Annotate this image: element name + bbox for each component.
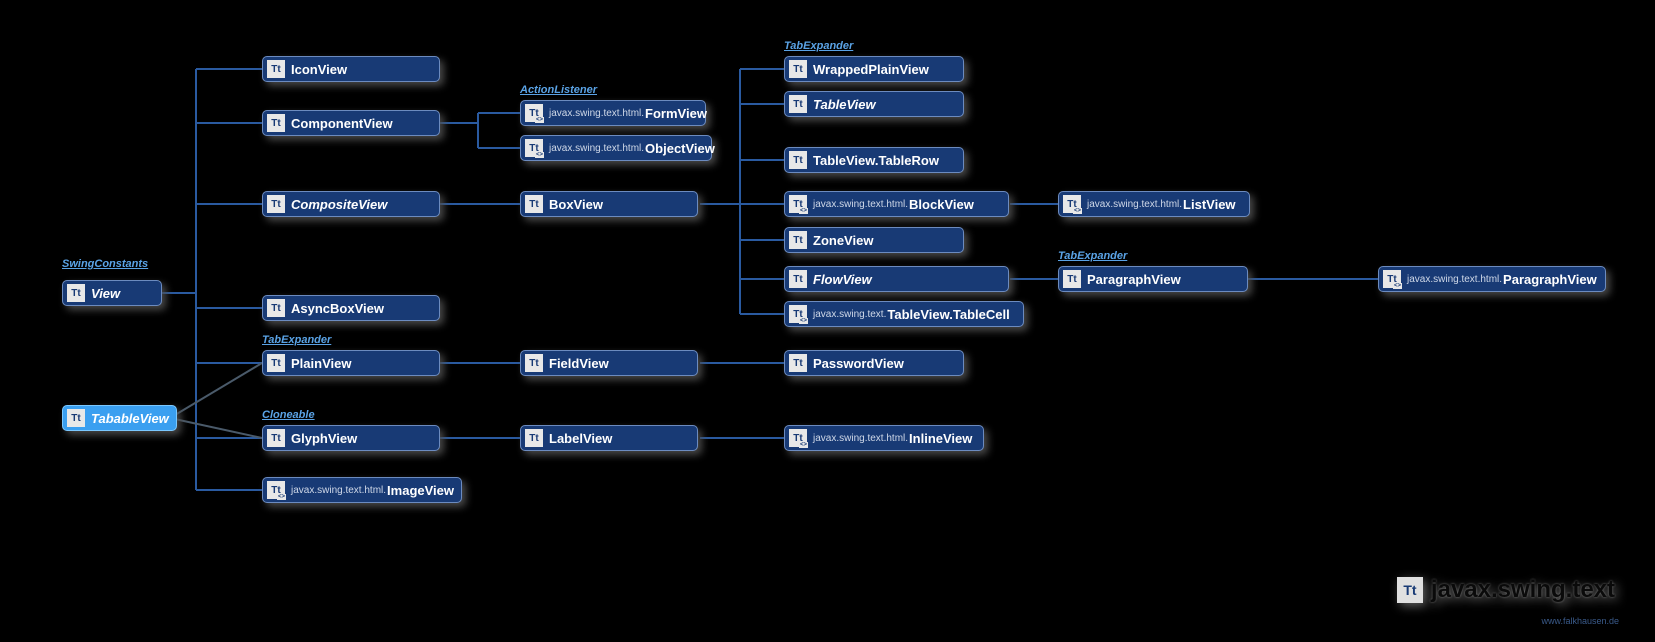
node-fieldview[interactable]: Tt FieldView xyxy=(520,350,698,376)
node-label: TableView xyxy=(813,97,876,112)
node-prefix: javax.swing.text.html. xyxy=(1407,274,1502,285)
class-icon: Tt xyxy=(525,429,543,447)
node-paragraphview[interactable]: Tt ParagraphView xyxy=(1058,266,1248,292)
node-label: ZoneView xyxy=(813,233,873,248)
class-icon: Tt xyxy=(789,195,807,213)
class-icon: Tt xyxy=(789,429,807,447)
node-label: FormView xyxy=(645,106,707,121)
node-componentview[interactable]: Tt ComponentView xyxy=(262,110,440,136)
iface-tabexpander-mid[interactable]: TabExpander xyxy=(262,334,331,346)
node-label: CompositeView xyxy=(291,197,387,212)
node-label: ListView xyxy=(1183,197,1236,212)
class-icon: Tt xyxy=(1383,270,1401,288)
node-label: LabelView xyxy=(549,431,612,446)
node-label: FieldView xyxy=(549,356,609,371)
iface-actionlistener[interactable]: ActionListener xyxy=(520,84,597,96)
class-icon: Tt xyxy=(267,195,285,213)
node-label: TableView.TableCell xyxy=(887,307,1009,322)
node-paragraphview-html[interactable]: Tt javax.swing.text.html. ParagraphView xyxy=(1378,266,1606,292)
node-label: BoxView xyxy=(549,197,603,212)
class-icon: Tt xyxy=(1063,270,1081,288)
class-icon: Tt xyxy=(525,104,543,122)
class-icon: Tt xyxy=(525,354,543,372)
node-plainview[interactable]: Tt PlainView xyxy=(262,350,440,376)
iface-tabexpander-top[interactable]: TabExpander xyxy=(784,40,853,52)
node-asyncboxview[interactable]: Tt AsyncBoxView xyxy=(262,295,440,321)
class-icon: Tt xyxy=(1063,195,1081,213)
node-prefix: javax.swing.text.html. xyxy=(549,108,644,119)
node-objectview[interactable]: Tt javax.swing.text.html. ObjectView xyxy=(520,135,712,161)
node-blockview[interactable]: Tt javax.swing.text.html. BlockView xyxy=(784,191,1009,217)
node-glyphview[interactable]: Tt GlyphView xyxy=(262,425,440,451)
footer-link[interactable]: www.falkhausen.de xyxy=(1541,616,1619,626)
class-icon: Tt xyxy=(67,409,85,427)
node-tableviewrow[interactable]: Tt TableView.TableRow xyxy=(784,147,964,173)
class-icon: Tt xyxy=(267,429,285,447)
node-view[interactable]: Tt View xyxy=(62,280,162,306)
package-title-text: javax.swing.text xyxy=(1431,576,1615,604)
node-listview[interactable]: Tt javax.swing.text.html. ListView xyxy=(1058,191,1250,217)
class-icon: Tt xyxy=(789,151,807,169)
node-wrappedplainview[interactable]: Tt WrappedPlainView xyxy=(784,56,964,82)
node-label: ObjectView xyxy=(645,141,715,156)
node-prefix: javax.swing.text. xyxy=(813,309,886,320)
node-label: View xyxy=(91,286,120,301)
node-tableview[interactable]: Tt TableView xyxy=(784,91,964,117)
class-icon: Tt xyxy=(267,354,285,372)
class-icon: Tt xyxy=(267,60,285,78)
node-label: GlyphView xyxy=(291,431,357,446)
node-prefix: javax.swing.text.html. xyxy=(813,433,908,444)
class-icon: Tt xyxy=(789,60,807,78)
node-compositeview[interactable]: Tt CompositeView xyxy=(262,191,440,217)
class-icon: Tt xyxy=(789,95,807,113)
node-label: AsyncBoxView xyxy=(291,301,384,316)
node-flowview[interactable]: Tt FlowView xyxy=(784,266,1009,292)
class-icon: Tt xyxy=(267,299,285,317)
class-icon: Tt xyxy=(789,270,807,288)
node-inlineview[interactable]: Tt javax.swing.text.html. InlineView xyxy=(784,425,984,451)
node-prefix: javax.swing.text.html. xyxy=(813,199,908,210)
node-imageview[interactable]: Tt javax.swing.text.html. ImageView xyxy=(262,477,462,503)
node-label: ImageView xyxy=(387,483,454,498)
class-icon: Tt xyxy=(525,195,543,213)
node-iconview[interactable]: Tt IconView xyxy=(262,56,440,82)
node-label: WrappedPlainView xyxy=(813,62,929,77)
node-label: IconView xyxy=(291,62,347,77)
class-icon: Tt xyxy=(789,231,807,249)
node-tableviewcell[interactable]: Tt javax.swing.text. TableView.TableCell xyxy=(784,301,1024,327)
node-label: InlineView xyxy=(909,431,972,446)
node-prefix: javax.swing.text.html. xyxy=(291,485,386,496)
node-label: TableView.TableRow xyxy=(813,153,939,168)
node-label: TabableView xyxy=(91,411,169,426)
package-title: Tt javax.swing.text xyxy=(1397,576,1615,604)
node-label: ComponentView xyxy=(291,116,393,131)
iface-cloneable[interactable]: Cloneable xyxy=(262,409,315,421)
node-tabableview[interactable]: Tt TabableView xyxy=(62,405,177,431)
node-label: FlowView xyxy=(813,272,872,287)
iface-swingconstants[interactable]: SwingConstants xyxy=(62,258,148,270)
class-icon: Tt xyxy=(525,139,543,157)
class-icon: Tt xyxy=(789,354,807,372)
package-icon: Tt xyxy=(1397,577,1423,603)
node-label: BlockView xyxy=(909,197,974,212)
class-icon: Tt xyxy=(267,114,285,132)
node-labelview[interactable]: Tt LabelView xyxy=(520,425,698,451)
node-label: PasswordView xyxy=(813,356,904,371)
node-label: ParagraphView xyxy=(1503,272,1597,287)
node-prefix: javax.swing.text.html. xyxy=(549,143,644,154)
node-passwordview[interactable]: Tt PasswordView xyxy=(784,350,964,376)
class-icon: Tt xyxy=(67,284,85,302)
node-label: PlainView xyxy=(291,356,351,371)
class-icon: Tt xyxy=(267,481,285,499)
node-boxview[interactable]: Tt BoxView xyxy=(520,191,698,217)
iface-tabexpander-right[interactable]: TabExpander xyxy=(1058,250,1127,262)
node-zoneview[interactable]: Tt ZoneView xyxy=(784,227,964,253)
node-formview[interactable]: Tt javax.swing.text.html. FormView xyxy=(520,100,706,126)
class-icon: Tt xyxy=(789,305,807,323)
node-prefix: javax.swing.text.html. xyxy=(1087,199,1182,210)
node-label: ParagraphView xyxy=(1087,272,1181,287)
